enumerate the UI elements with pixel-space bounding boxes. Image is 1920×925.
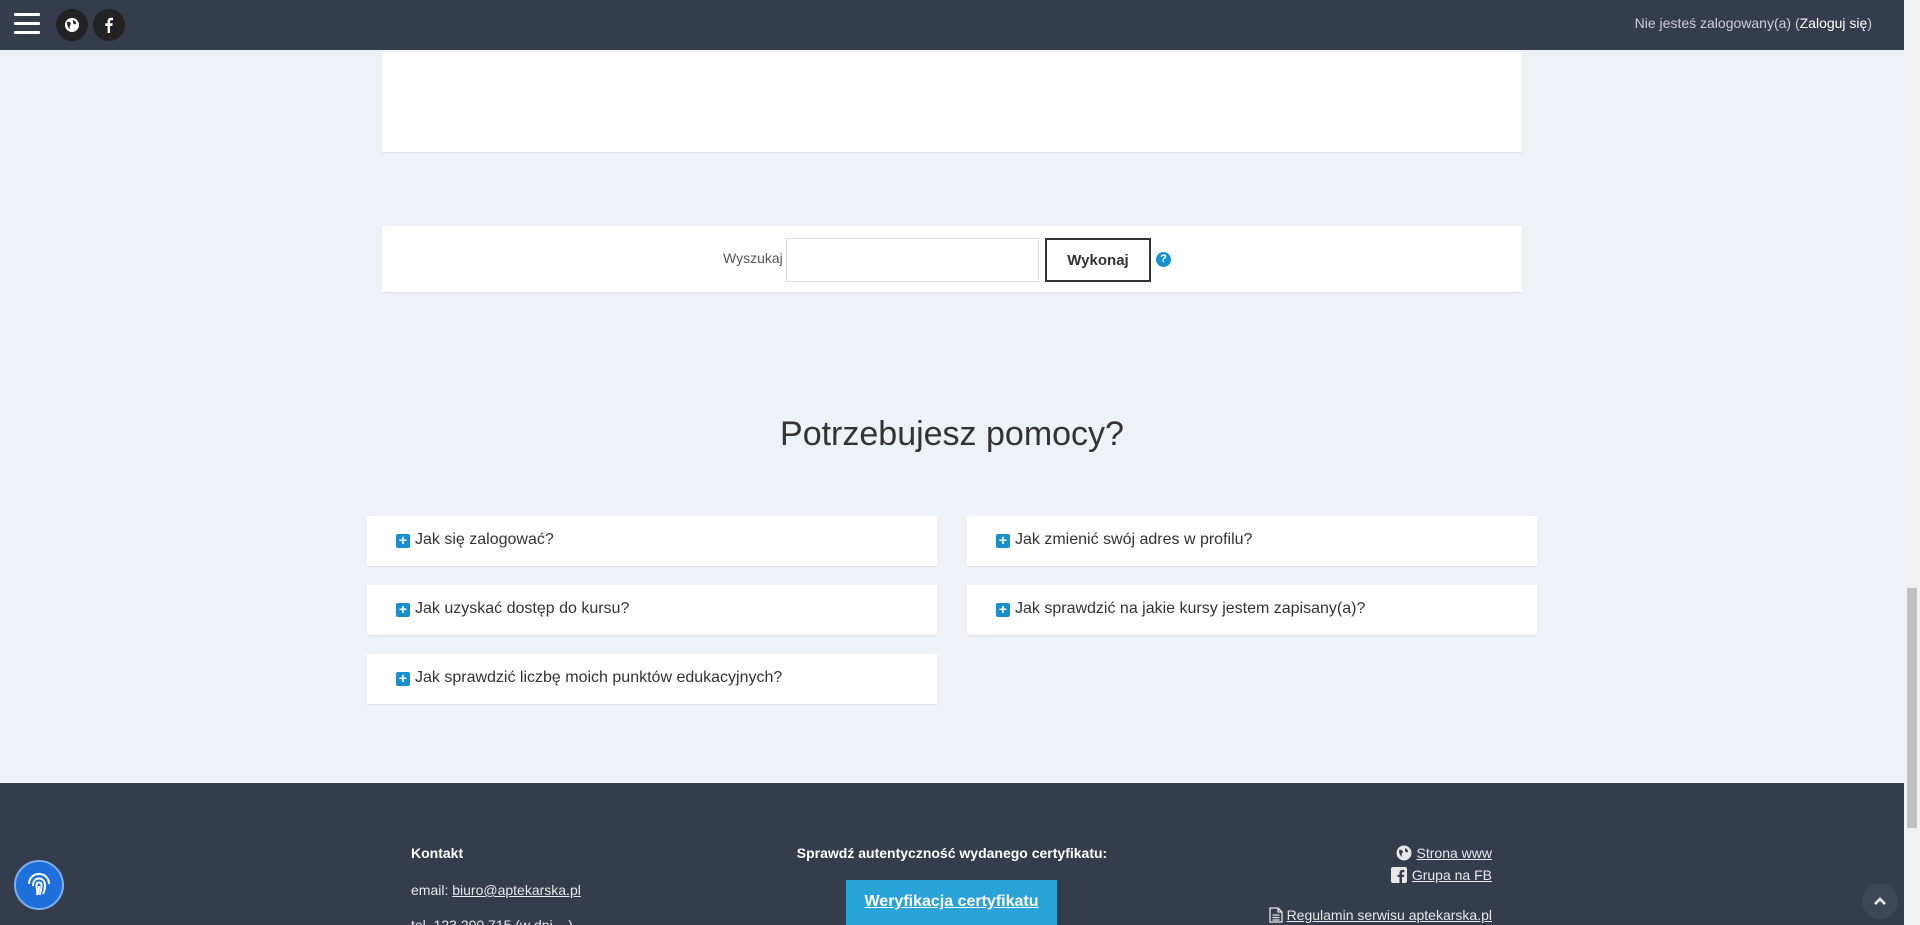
faq-item[interactable]: + Jak zmienić swój adres w profilu? — [967, 516, 1537, 566]
search-input[interactable] — [786, 238, 1039, 282]
plus-icon: + — [996, 602, 1010, 617]
fb-group-link[interactable]: Grupa na FB — [1412, 867, 1492, 883]
faq-question: Jak uzyskać dostęp do kursu? — [415, 600, 630, 617]
hamburger-menu-icon[interactable] — [14, 13, 40, 35]
faq-question: Jak się zalogować? — [415, 531, 554, 548]
login-status-suffix: ) — [1867, 15, 1872, 31]
faq-question: Jak sprawdzić na jakie kursy jestem zapi… — [1015, 600, 1366, 617]
login-status-prefix: Nie jesteś zalogowany(a) ( — [1634, 15, 1800, 31]
faq-item[interactable]: + Jak sprawdzić na jakie kursy jestem za… — [967, 585, 1537, 635]
plus-icon: + — [396, 602, 410, 617]
page-scrollbar[interactable] — [1904, 0, 1920, 925]
scroll-to-top-button[interactable] — [1862, 883, 1898, 919]
plus-icon: + — [996, 533, 1010, 548]
footer-email-link[interactable]: biuro@aptekarska.pl — [452, 882, 581, 898]
help-question-icon[interactable]: ? — [1156, 252, 1171, 267]
footer-verify-title: Sprawdź autentyczność wydanego certyfika… — [796, 845, 1108, 861]
plus-icon: + — [396, 671, 410, 686]
terms-link[interactable]: Regulamin serwisu aptekarska.pl — [1287, 907, 1492, 923]
help-title: Potrzebujesz pomocy? — [780, 415, 1124, 453]
footer-link-fb: Grupa na FB — [1390, 867, 1492, 883]
login-link[interactable]: Zaloguj się — [1800, 15, 1868, 31]
document-icon — [1268, 907, 1283, 923]
footer-email: email: biuro@aptekarska.pl — [411, 882, 581, 898]
faq-item[interactable]: + Jak się zalogować? — [367, 516, 937, 566]
faq-item[interactable]: + Jak uzyskać dostęp do kursu? — [367, 585, 937, 635]
facebook-icon[interactable] — [93, 9, 125, 41]
plus-icon: + — [396, 533, 410, 548]
verify-certificate-button[interactable]: Weryfikacja certyfikatu — [846, 880, 1057, 925]
search-label: Wyszukaj — [723, 250, 783, 266]
chevron-up-icon — [1874, 897, 1886, 905]
fingerprint-icon[interactable] — [14, 860, 64, 910]
faq-item[interactable]: + Jak sprawdzić liczbę moich punktów edu… — [367, 654, 937, 704]
footer-email-label: email: — [411, 882, 453, 898]
faq-question: Jak sprawdzić liczbę moich punktów eduka… — [415, 669, 783, 686]
footer-links: Strona www Grupa na FB — [1390, 845, 1492, 889]
globe-icon — [1396, 845, 1412, 861]
login-status: Nie jesteś zalogowany(a) (Zaloguj się) — [1635, 15, 1872, 31]
search-button[interactable]: Wykonaj — [1045, 238, 1151, 282]
footer-phone: tel. 123 200 715 (w dni ...) — [411, 917, 573, 925]
footer-link-website: Strona www — [1391, 845, 1492, 861]
content-panel — [382, 52, 1522, 152]
scrollbar-thumb[interactable] — [1907, 588, 1917, 828]
search-panel: Wyszukaj Wykonaj ? — [382, 226, 1522, 292]
faq-question: Jak zmienić swój adres w profilu? — [1015, 531, 1253, 548]
footer-link-terms: Regulamin serwisu aptekarska.pl — [1268, 907, 1492, 923]
top-navbar: Nie jesteś zalogowany(a) (Zaloguj się) — [0, 0, 1904, 50]
footer: Kontakt email: biuro@aptekarska.pl tel. … — [0, 783, 1904, 925]
website-link[interactable]: Strona www — [1417, 845, 1492, 861]
globe-icon[interactable] — [56, 9, 88, 41]
facebook-square-icon — [1390, 867, 1407, 883]
